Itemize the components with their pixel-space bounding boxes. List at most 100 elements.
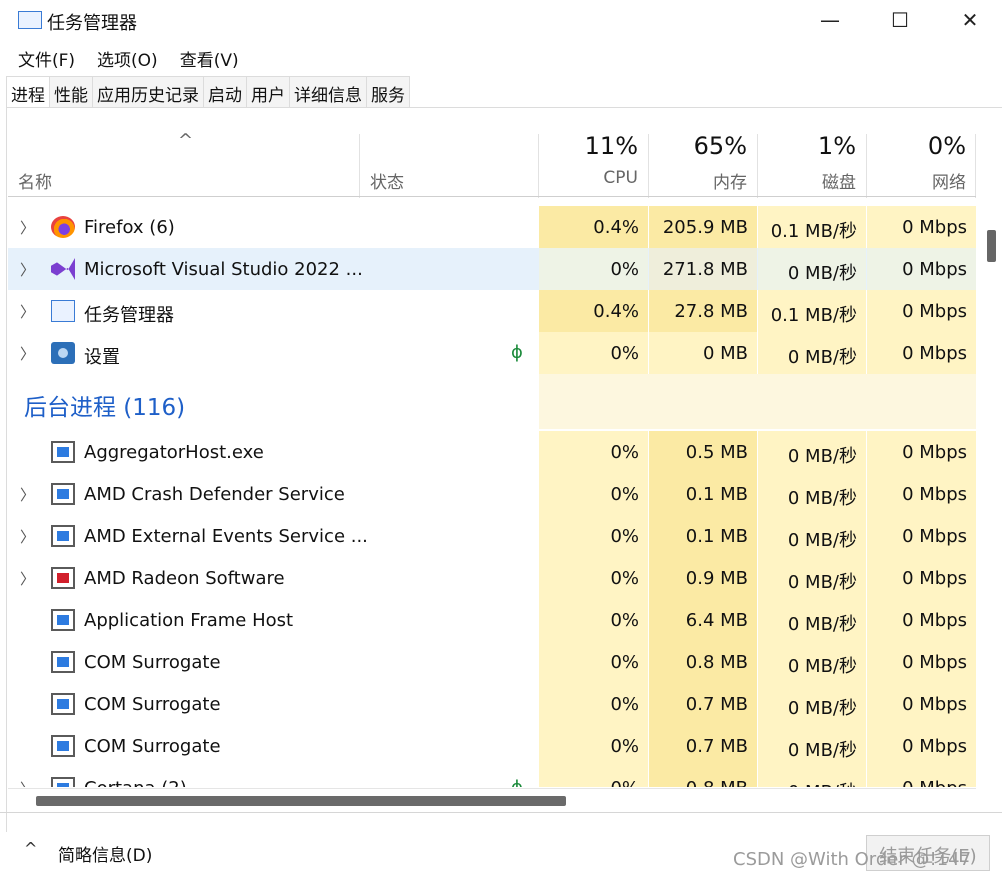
amd-icon [51, 567, 75, 589]
watermark: CSDN @With Order @!147 [733, 849, 972, 870]
cpu-cell: 0% [539, 431, 648, 473]
close-button[interactable]: ✕ [935, 0, 1002, 40]
group-header-background[interactable]: 后台进程 (116) [8, 374, 976, 430]
settings-icon [51, 342, 75, 364]
fewer-details-button[interactable]: 简略信息(D) [58, 841, 152, 866]
network-cell: 0 Mbps [867, 248, 976, 290]
process-row-firefox[interactable]: 〉 Firefox (6) 0.4% 205.9 MB 0.1 MB/秒 0 M… [8, 206, 976, 248]
process-name: Cortana (2) [84, 778, 187, 787]
disk-cell: 0 MB/秒 [758, 725, 866, 767]
expand-chevron-icon[interactable]: 〉 [20, 484, 35, 505]
menu-options[interactable]: 选项(O) [85, 42, 168, 72]
disk-cell: 0 MB/秒 [758, 767, 866, 787]
memory-cell: 0.7 MB [649, 683, 757, 725]
column-memory[interactable]: 内存 [649, 168, 747, 193]
menu-view[interactable]: 查看(V) [168, 42, 249, 72]
expand-chevron-icon[interactable]: 〉 [20, 259, 35, 280]
process-row-com-surrogate[interactable]: COM Surrogate 0% 0.7 MB 0 MB/秒 0 Mbps [8, 683, 976, 725]
network-cell: 0 Mbps [867, 599, 976, 641]
network-cell: 0 Mbps [867, 641, 976, 683]
disk-cell: 0 MB/秒 [758, 557, 866, 599]
cpu-cell: 0% [539, 683, 648, 725]
tab-app-history[interactable]: 应用历史记录 [93, 76, 204, 108]
cpu-cell: 0.4% [539, 206, 648, 248]
minimize-button[interactable]: — [795, 0, 865, 40]
cpu-cell: 0% [539, 248, 648, 290]
disk-cell: 0 MB/秒 [758, 683, 866, 725]
chevron-up-icon[interactable]: ^ [24, 839, 37, 858]
memory-cell: 0.9 MB [649, 557, 757, 599]
process-row-amd-radeon[interactable]: 〉 AMD Radeon Software 0% 0.9 MB 0 MB/秒 0… [8, 557, 976, 599]
process-name: 任务管理器 [84, 305, 174, 326]
horizontal-scrollbar[interactable] [36, 796, 566, 806]
process-name: AMD External Events Service ... [84, 526, 368, 547]
cpu-cell: 0% [539, 557, 648, 599]
column-disk[interactable]: 磁盘 [758, 168, 856, 193]
process-name: 设置 [84, 347, 120, 368]
expand-chevron-icon[interactable]: 〉 [20, 343, 35, 364]
tab-processes[interactable]: 进程 [6, 76, 50, 108]
expand-chevron-icon[interactable]: 〉 [20, 301, 35, 322]
column-status[interactable]: 状态 [370, 168, 404, 193]
disk-cell: 0 MB/秒 [758, 248, 866, 290]
process-list: 〉 Firefox (6) 0.4% 205.9 MB 0.1 MB/秒 0 M… [8, 203, 976, 787]
column-header: ^ 名称 状态 11% CPU 65% 内存 1% 磁盘 0% 网络 [8, 108, 976, 198]
cpu-cell: 0% [539, 725, 648, 767]
network-cell: 0 Mbps [867, 683, 976, 725]
process-row-settings[interactable]: 〉 设置 ϕ 0% 0 MB 0 MB/秒 0 Mbps [8, 332, 976, 374]
process-name: AMD Radeon Software [84, 568, 285, 589]
process-row-com-surrogate[interactable]: COM Surrogate 0% 0.8 MB 0 MB/秒 0 Mbps [8, 641, 976, 683]
network-cell: 0 Mbps [867, 725, 976, 767]
memory-cell: 205.9 MB [649, 206, 757, 248]
cpu-cell: 0.4% [539, 290, 648, 332]
memory-cell: 0.1 MB [649, 473, 757, 515]
tab-users[interactable]: 用户 [247, 76, 290, 108]
disk-cell: 0 MB/秒 [758, 473, 866, 515]
tab-startup[interactable]: 启动 [204, 76, 247, 108]
process-name: COM Surrogate [84, 694, 221, 715]
process-row-com-surrogate[interactable]: COM Surrogate 0% 0.7 MB 0 MB/秒 0 Mbps [8, 725, 976, 767]
expand-chevron-icon[interactable]: 〉 [20, 778, 35, 787]
menu-file[interactable]: 文件(F) [0, 42, 85, 72]
app-window-icon [51, 735, 75, 757]
cpu-percent[interactable]: 11% [539, 132, 638, 160]
process-row-task-manager[interactable]: 〉 任务管理器 0.4% 27.8 MB 0.1 MB/秒 0 Mbps [8, 290, 976, 332]
process-row-cortana[interactable]: 〉 Cortana (2) ϕ 0% 0.8 MB 0 MB/秒 0 Mbps [8, 767, 976, 787]
process-name: Application Frame Host [84, 610, 294, 631]
firefox-icon [51, 216, 75, 238]
process-row-amd-external-events[interactable]: 〉 AMD External Events Service ... 0% 0.1… [8, 515, 976, 557]
disk-cell: 0 MB/秒 [758, 515, 866, 557]
memory-cell: 0.8 MB [649, 767, 757, 787]
memory-percent[interactable]: 65% [649, 132, 747, 160]
expand-chevron-icon[interactable]: 〉 [20, 526, 35, 547]
tab-performance[interactable]: 性能 [50, 76, 93, 108]
cpu-cell: 0% [539, 599, 648, 641]
column-network[interactable]: 网络 [867, 168, 966, 193]
process-row-application-frame-host[interactable]: Application Frame Host 0% 6.4 MB 0 MB/秒 … [8, 599, 976, 641]
network-cell: 0 Mbps [867, 473, 976, 515]
tab-details[interactable]: 详细信息 [290, 76, 367, 108]
network-percent[interactable]: 0% [867, 132, 966, 160]
column-name[interactable]: 名称 [18, 168, 52, 193]
app-window-icon [51, 609, 75, 631]
process-row-amd-crash-defender[interactable]: 〉 AMD Crash Defender Service 0% 0.1 MB 0… [8, 473, 976, 515]
tab-services[interactable]: 服务 [367, 76, 410, 108]
expand-chevron-icon[interactable]: 〉 [20, 568, 35, 589]
vertical-scrollbar[interactable] [987, 230, 996, 262]
memory-cell: 0.7 MB [649, 725, 757, 767]
maximize-button[interactable]: ☐ [865, 0, 935, 40]
sort-up-icon: ^ [178, 130, 194, 151]
task-manager-icon [18, 11, 42, 29]
expand-chevron-icon[interactable]: 〉 [20, 217, 35, 238]
process-row-visual-studio[interactable]: 〉 Microsoft Visual Studio 2022 ... 0% 27… [8, 248, 976, 290]
column-divider[interactable] [975, 134, 976, 198]
process-row-aggregatorhost[interactable]: AggregatorHost.exe 0% 0.5 MB 0 MB/秒 0 Mb… [8, 431, 976, 473]
disk-percent[interactable]: 1% [758, 132, 856, 160]
column-cpu[interactable]: CPU [539, 168, 638, 188]
cpu-cell: 0% [539, 332, 648, 374]
app-window-icon [51, 525, 75, 547]
app-window-icon [51, 693, 75, 715]
visual-studio-icon [51, 258, 75, 280]
column-divider[interactable] [359, 134, 360, 198]
cpu-cell: 0% [539, 473, 648, 515]
